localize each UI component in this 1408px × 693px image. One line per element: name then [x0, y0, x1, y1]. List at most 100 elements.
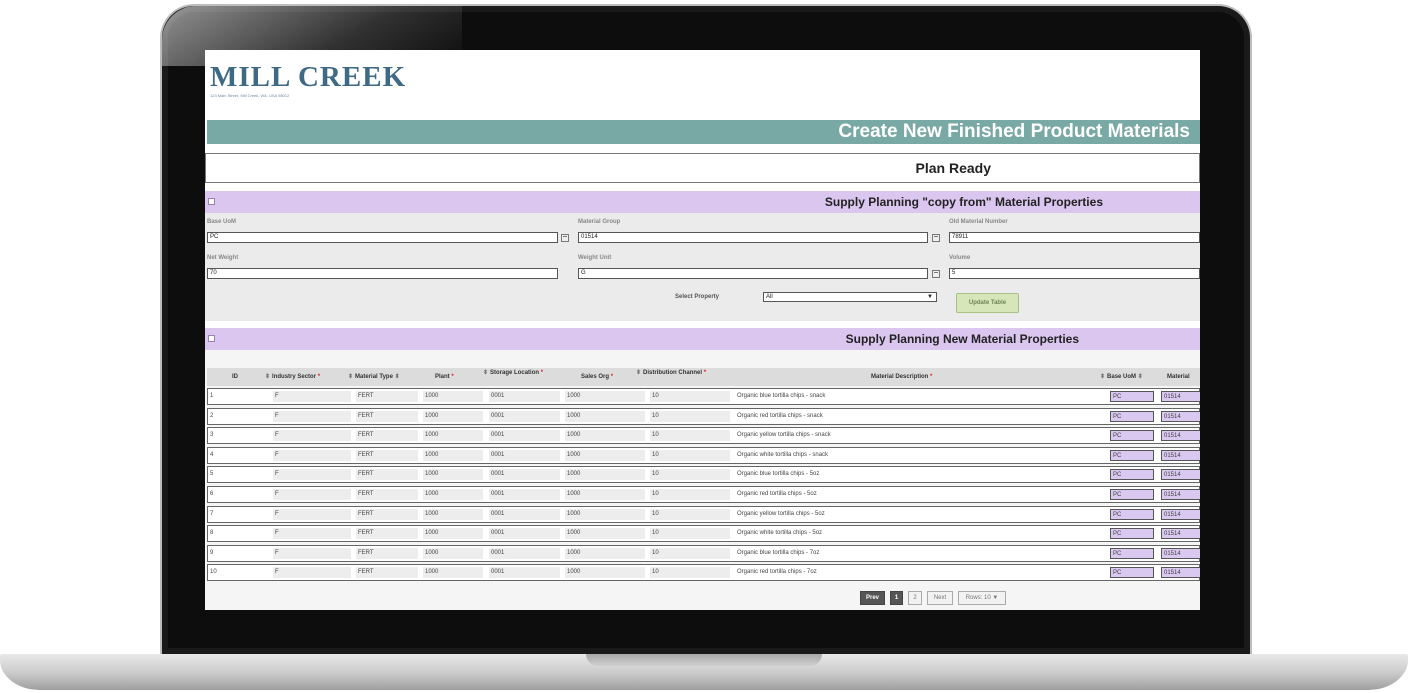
old-material-number-field[interactable]: 78911	[949, 232, 1200, 243]
base-uom-cell[interactable]: PC	[1110, 430, 1154, 442]
table-row[interactable]: 4 F FERT 1000 0001 1000 10 Organic white tortil…	[207, 446, 1200, 464]
volume-field[interactable]: 5	[949, 268, 1200, 279]
sales-org-cell[interactable]: 1000	[565, 410, 645, 422]
table-row[interactable]: 1 F FERT 1000 0001 1000 10 Organic blue tortill…	[207, 388, 1200, 405]
base-uom-cell[interactable]: PC	[1110, 547, 1154, 559]
material-description-cell[interactable]: Organic red tortilla chips - 5oz	[735, 489, 1105, 500]
plant-cell[interactable]: 1000	[423, 508, 483, 520]
material-group-field[interactable]: 01514	[578, 232, 928, 243]
industry-sector-cell[interactable]: F	[273, 430, 351, 442]
material-cell[interactable]: 01514	[1161, 547, 1200, 559]
storage-location-cell[interactable]: 0001	[489, 547, 560, 559]
table-row[interactable]: 10 F FERT 1000 0001 1000 10 Organic red tortill…	[207, 564, 1200, 582]
material-cell[interactable]: 01514	[1161, 567, 1200, 579]
plant-cell[interactable]: 1000	[423, 410, 483, 422]
material-description-cell[interactable]: Organic blue tortilla chips - 7oz	[735, 547, 1105, 559]
weight-unit-field[interactable]: G	[578, 268, 928, 279]
sales-org-cell[interactable]: 1000	[565, 508, 645, 520]
base-uom-cell[interactable]: PC	[1110, 391, 1154, 402]
storage-location-cell[interactable]: 0001	[489, 410, 560, 422]
update-table-button[interactable]: Update Table	[956, 293, 1019, 313]
base-uom-cell[interactable]: PC	[1110, 508, 1154, 520]
industry-sector-cell[interactable]: F	[273, 508, 351, 520]
distribution-channel-cell[interactable]: 10	[650, 547, 730, 559]
material-cell[interactable]: 01514	[1161, 528, 1200, 540]
sales-org-cell[interactable]: 1000	[565, 489, 645, 500]
material-description-cell[interactable]: Organic red tortilla chips - 7oz	[735, 567, 1105, 579]
column-header-material-description[interactable]: Material Description *	[871, 368, 991, 386]
sales-org-cell[interactable]: 1000	[565, 547, 645, 559]
distribution-channel-cell[interactable]: 10	[650, 528, 730, 540]
material-description-cell[interactable]: Organic red tortilla chips - snack	[735, 410, 1105, 422]
storage-location-cell[interactable]: 0001	[489, 391, 560, 402]
industry-sector-cell[interactable]: F	[273, 489, 351, 500]
material-description-cell[interactable]: Organic yellow tortilla chips - 5oz	[735, 508, 1105, 520]
base-uom-cell[interactable]: PC	[1110, 410, 1154, 422]
column-header-id[interactable]: ID	[207, 368, 263, 386]
material-cell[interactable]: 01514	[1161, 449, 1200, 461]
plant-cell[interactable]: 1000	[423, 430, 483, 442]
distribution-channel-cell[interactable]: 10	[650, 489, 730, 500]
distribution-channel-cell[interactable]: 10	[650, 469, 730, 481]
column-header-storage-location[interactable]: ⬍ Storage Location *	[483, 368, 567, 386]
table-row[interactable]: 7 F FERT 1000 0001 1000 10 Organic yellow torti…	[207, 505, 1200, 523]
column-header-plant[interactable]: Plant *	[435, 368, 480, 386]
column-header-industry-sector[interactable]: ⬍ Industry Sector *	[265, 368, 349, 386]
material-type-cell[interactable]: FERT	[356, 528, 418, 540]
distribution-channel-cell[interactable]: 10	[650, 430, 730, 442]
material-type-cell[interactable]: FERT	[356, 449, 418, 461]
distribution-channel-cell[interactable]: 10	[650, 567, 730, 579]
material-cell[interactable]: 01514	[1161, 391, 1200, 402]
column-header-sales-org[interactable]: Sales Org *	[581, 368, 631, 386]
material-cell[interactable]: 01514	[1161, 469, 1200, 481]
base-uom-cell[interactable]: PC	[1110, 528, 1154, 540]
collapse-toggle-new[interactable]	[208, 335, 215, 342]
select-property-dropdown[interactable]: All ▼	[763, 292, 937, 302]
next-page-button[interactable]: Next	[927, 591, 953, 605]
page-2-button[interactable]: 2	[908, 591, 922, 605]
column-header-distribution-channel[interactable]: ⬍ Distribution Channel *	[636, 368, 736, 386]
plant-cell[interactable]: 1000	[423, 567, 483, 579]
net-weight-field[interactable]: 70	[207, 268, 558, 279]
material-cell[interactable]: 01514	[1161, 410, 1200, 422]
lookup-icon[interactable]	[561, 234, 569, 242]
distribution-channel-cell[interactable]: 10	[650, 410, 730, 422]
industry-sector-cell[interactable]: F	[273, 449, 351, 461]
material-description-cell[interactable]: Organic yellow tortilla chips - snack	[735, 430, 1105, 442]
storage-location-cell[interactable]: 0001	[489, 508, 560, 520]
material-type-cell[interactable]: FERT	[356, 430, 418, 442]
base-uom-cell[interactable]: PC	[1110, 469, 1154, 481]
plant-cell[interactable]: 1000	[423, 547, 483, 559]
storage-location-cell[interactable]: 0001	[489, 469, 560, 481]
column-header-base-uom[interactable]: ⬍ Base UoM ⬍	[1100, 368, 1156, 386]
table-row[interactable]: 2 F FERT 1000 0001 1000 10 Organic red tortilla…	[207, 407, 1200, 425]
material-type-cell[interactable]: FERT	[356, 469, 418, 481]
base-uom-cell[interactable]: PC	[1110, 489, 1154, 500]
collapse-toggle-copy[interactable]	[208, 198, 215, 205]
material-type-cell[interactable]: FERT	[356, 508, 418, 520]
page-1-button[interactable]: 1	[890, 591, 903, 605]
storage-location-cell[interactable]: 0001	[489, 567, 560, 579]
storage-location-cell[interactable]: 0001	[489, 430, 560, 442]
base-uom-cell[interactable]: PC	[1110, 449, 1154, 461]
material-description-cell[interactable]: Organic blue tortilla chips - snack	[735, 391, 1105, 402]
lookup-icon[interactable]	[932, 234, 940, 242]
industry-sector-cell[interactable]: F	[273, 391, 351, 402]
material-cell[interactable]: 01514	[1161, 489, 1200, 500]
distribution-channel-cell[interactable]: 10	[650, 449, 730, 461]
table-row[interactable]: 5 F FERT 1000 0001 1000 10 Organic blue tortill…	[207, 466, 1200, 484]
table-row[interactable]: 6 F FERT 1000 0001 1000 10 Organic red tortilla…	[207, 486, 1200, 503]
base-uom-cell[interactable]: PC	[1110, 567, 1154, 579]
table-row[interactable]: 3 F FERT 1000 0001 1000 10 Organic yellow torti…	[207, 427, 1200, 445]
column-header-material-type[interactable]: ⬍ Material Type ⬍	[348, 368, 420, 386]
lookup-icon[interactable]	[932, 270, 940, 278]
sales-org-cell[interactable]: 1000	[565, 430, 645, 442]
plant-cell[interactable]: 1000	[423, 469, 483, 481]
material-type-cell[interactable]: FERT	[356, 391, 418, 402]
material-description-cell[interactable]: Organic white tortilla chips - 5oz	[735, 528, 1105, 540]
rows-per-page-select[interactable]: Rows: 10 ▼	[958, 591, 1006, 605]
material-type-cell[interactable]: FERT	[356, 410, 418, 422]
storage-location-cell[interactable]: 0001	[489, 528, 560, 540]
distribution-channel-cell[interactable]: 10	[650, 508, 730, 520]
sales-org-cell[interactable]: 1000	[565, 391, 645, 402]
